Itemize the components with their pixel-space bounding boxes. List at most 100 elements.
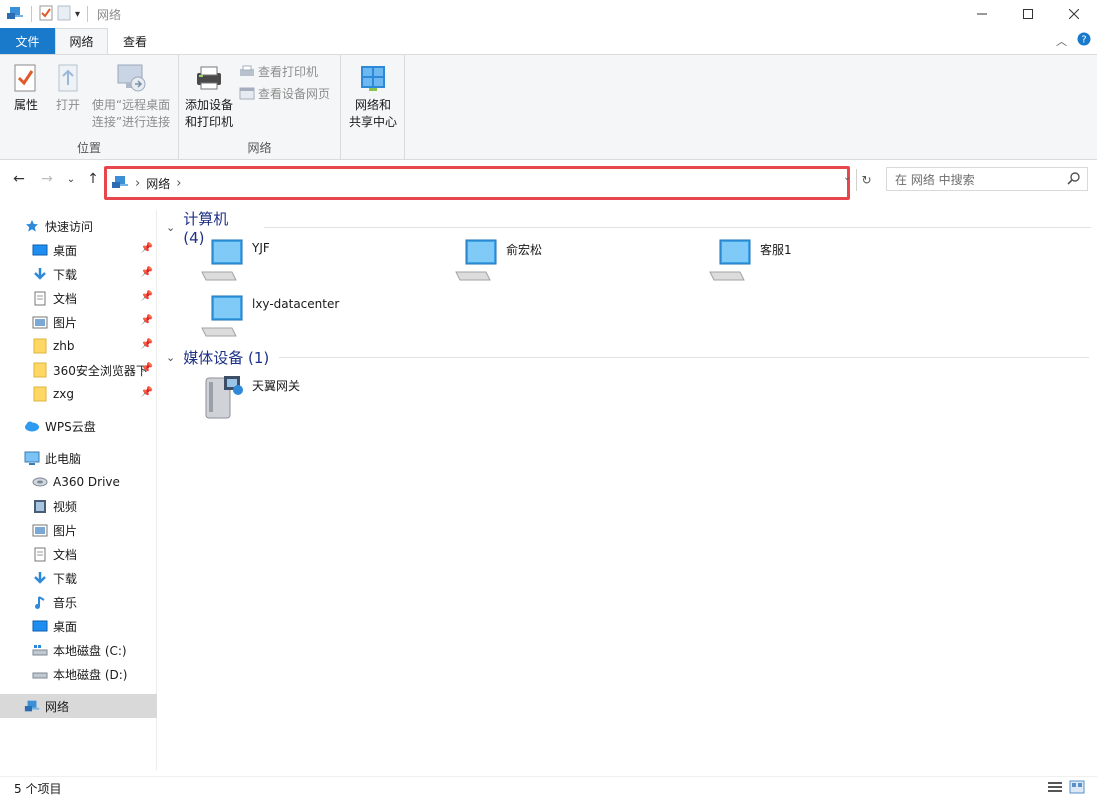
sidebar-item-drive-c[interactable]: 本地磁盘 (C:)	[0, 639, 157, 661]
sidebar-item-pc-documents[interactable]: 文档	[0, 543, 157, 565]
arrow-up-icon: ↑	[87, 171, 99, 187]
open-icon	[51, 61, 85, 95]
open-button[interactable]: 打开	[50, 61, 86, 114]
close-button[interactable]	[1051, 0, 1097, 28]
sidebar-item-pc-pictures[interactable]: 图片	[0, 519, 157, 541]
pin-icon[interactable]: 📌	[141, 267, 153, 278]
view-switcher	[1047, 780, 1085, 797]
svg-text:?: ?	[1081, 35, 1086, 46]
chevron-down-icon: ⌄	[166, 351, 176, 364]
sidebar-item-documents[interactable]: 文档 📌	[0, 287, 157, 309]
pin-icon[interactable]: 📌	[141, 339, 153, 350]
search-icon	[1067, 171, 1081, 188]
navigation-pane: 快速访问 桌面 📌 下载 📌 文档 📌 图片 📌 zhb 📌 360安全浏览器下…	[0, 210, 157, 770]
sidebar-item-network[interactable]: 网络	[0, 694, 157, 718]
computer-icon	[24, 450, 40, 466]
pin-icon[interactable]: 📌	[141, 243, 153, 254]
breadcrumb-chevron-icon[interactable]: ›	[176, 176, 181, 191]
sidebar-item-desktop[interactable]: 桌面 📌	[0, 239, 157, 261]
properties-label: 属性	[13, 98, 38, 112]
properties-icon	[9, 61, 43, 95]
list-item-computer[interactable]: 客服1	[708, 238, 792, 284]
view-device-page-label: 查看设备网页	[258, 87, 331, 101]
list-item-computer[interactable]: YJF	[200, 238, 270, 284]
item-label: lxy-datacenter	[252, 297, 340, 311]
tab-network[interactable]: 网络	[55, 28, 108, 54]
view-device-page-icon	[239, 87, 255, 99]
minimize-icon	[977, 13, 987, 15]
navigation-bar: ← → ⌄ ↑ › 网络 › ⌄ ↻ 在 网络 中搜索	[0, 162, 1097, 200]
list-item-media-device[interactable]: 天翼网关	[200, 374, 300, 420]
group-header-media[interactable]: ⌄ 媒体设备 (1)	[166, 347, 1091, 368]
sidebar-item-drive-d[interactable]: 本地磁盘 (D:)	[0, 663, 157, 685]
arrow-left-icon: ←	[13, 171, 25, 187]
sidebar-item-wps-cloud[interactable]: WPS云盘	[0, 415, 157, 437]
sidebar-item-videos[interactable]: 视频	[0, 495, 157, 517]
sidebar-item-360-browser[interactable]: 360安全浏览器下 📌	[0, 359, 157, 381]
collapse-ribbon-icon[interactable]: ︿	[1056, 33, 1067, 49]
folder-icon	[32, 362, 48, 378]
printer-icon	[192, 61, 226, 95]
properties-qat-icon[interactable]	[39, 5, 53, 24]
quick-access-toolbar: ▾	[0, 0, 91, 28]
title-bar: ▾ 网络	[0, 0, 1097, 28]
pin-icon[interactable]: 📌	[141, 315, 153, 326]
sidebar-label: 桌面	[53, 619, 78, 634]
network-sharing-center-button[interactable]: 网络和 共享中心	[345, 61, 401, 131]
chevron-down-icon: ⌄	[166, 221, 176, 234]
computer-icon	[455, 239, 497, 281]
pin-icon[interactable]: 📌	[141, 291, 153, 302]
sidebar-item-pc-downloads[interactable]: 下载	[0, 567, 157, 589]
item-label: 俞宏松	[506, 243, 543, 257]
refresh-button[interactable]: ↻	[856, 169, 876, 191]
arrow-right-icon: →	[41, 171, 53, 187]
sidebar-item-zhb[interactable]: zhb 📌	[0, 335, 157, 357]
address-dropdown-icon[interactable]: ⌄	[843, 172, 855, 183]
search-box[interactable]: 在 网络 中搜索	[886, 167, 1088, 191]
pin-icon[interactable]: 📌	[141, 363, 153, 374]
recent-locations-button[interactable]: ⌄	[62, 170, 80, 188]
properties-button[interactable]: 属性	[6, 61, 46, 114]
group-header-computers[interactable]: ⌄ 计算机 (4)	[166, 208, 1091, 247]
view-printers-button[interactable]: 查看打印机	[239, 63, 318, 80]
breadcrumb-network[interactable]: 网络	[146, 175, 170, 192]
sidebar-item-pc-desktop[interactable]: 桌面	[0, 615, 157, 637]
sidebar-label: 文档	[53, 291, 78, 306]
view-device-page-button[interactable]: 查看设备网页	[239, 85, 330, 102]
list-item-computer[interactable]: 俞宏松	[454, 238, 542, 284]
up-button[interactable]: ↑	[84, 170, 102, 188]
sidebar-item-music[interactable]: 音乐	[0, 591, 157, 613]
tab-view[interactable]: 查看	[108, 28, 162, 54]
minimize-button[interactable]	[959, 0, 1005, 28]
help-icon[interactable]: ?	[1077, 32, 1091, 49]
tab-file[interactable]: 文件	[0, 28, 55, 54]
forward-button[interactable]: →	[38, 170, 56, 188]
address-bar[interactable]: › 网络 ›	[104, 166, 850, 200]
large-icons-view-icon[interactable]	[1069, 780, 1085, 797]
pin-icon[interactable]: 📌	[141, 387, 153, 398]
sidebar-item-a360-drive[interactable]: A360 Drive	[0, 471, 157, 493]
sidebar-item-this-pc[interactable]: 此电脑	[0, 447, 157, 469]
details-view-icon[interactable]	[1047, 780, 1063, 797]
maximize-button[interactable]	[1005, 0, 1051, 28]
sidebar-item-zxg[interactable]: zxg 📌	[0, 383, 157, 405]
new-folder-qat-icon[interactable]	[57, 5, 71, 24]
remote-desktop-button[interactable]: 使用“远程桌面 连接”进行连接	[88, 61, 174, 131]
item-label: 天翼网关	[252, 379, 301, 393]
group-divider	[279, 357, 1090, 358]
back-button[interactable]: ←	[10, 170, 28, 188]
sidebar-item-pictures[interactable]: 图片 📌	[0, 311, 157, 333]
add-devices-printers-button[interactable]: 添加设备 和打印机	[183, 61, 235, 131]
list-item-computer[interactable]: lxy-datacenter	[200, 294, 339, 340]
breadcrumb-chevron-icon[interactable]: ›	[135, 176, 140, 191]
sidebar-item-downloads[interactable]: 下载 📌	[0, 263, 157, 285]
file-list: ⌄ 计算机 (4) YJF 俞宏松 客服1 lxy-datacenter ⌄ 媒…	[160, 200, 1097, 770]
search-input[interactable]: 在 网络 中搜索	[895, 171, 975, 188]
qat-dropdown-icon[interactable]: ▾	[75, 9, 80, 20]
item-label: YJF	[252, 241, 270, 255]
add-devices-label-1: 添加设备	[184, 98, 233, 112]
document-icon	[32, 546, 48, 562]
sidebar-label: 本地磁盘 (D:)	[53, 667, 128, 682]
view-printers-icon	[240, 65, 254, 76]
sidebar-item-quick-access[interactable]: 快速访问	[0, 215, 157, 237]
